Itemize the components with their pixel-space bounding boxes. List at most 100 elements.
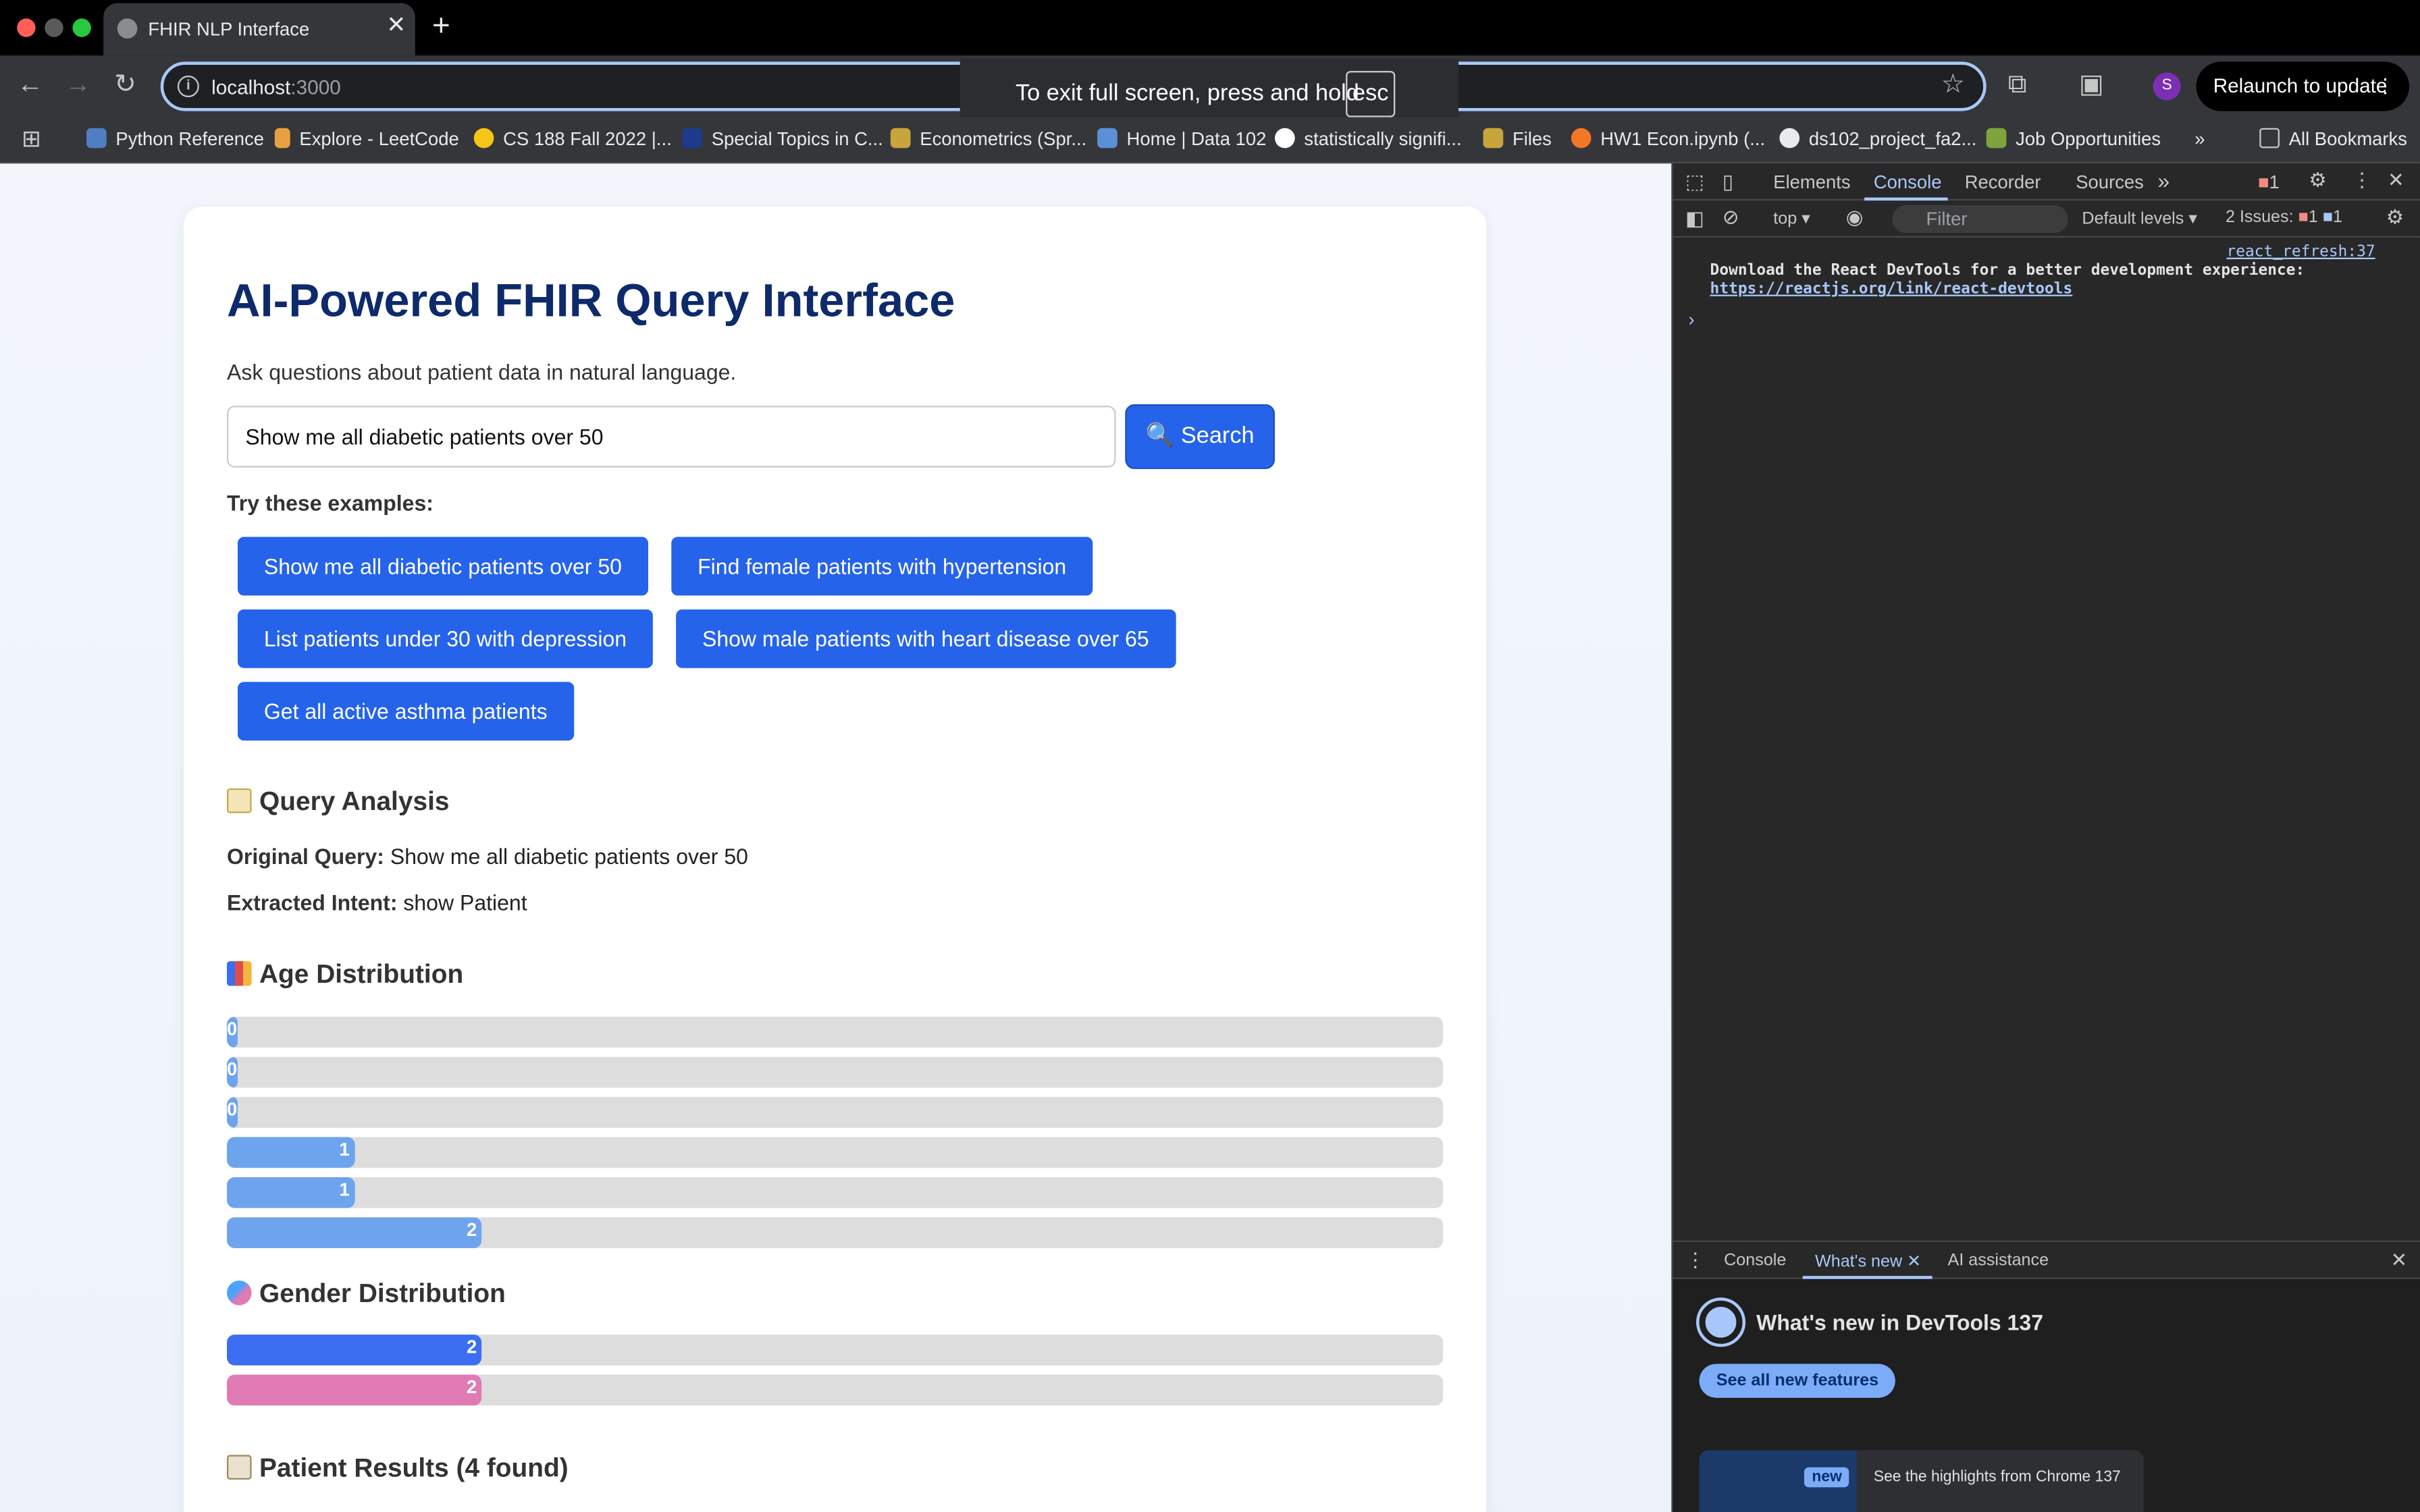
tab-recorder[interactable]: Recorder — [1965, 171, 2041, 193]
bookmark-data102[interactable]: Home | Data 102 — [1097, 128, 1266, 150]
berkeley-icon — [890, 128, 911, 148]
browser-tab[interactable]: FHIR NLP Interface ✕ — [103, 3, 415, 56]
folder-icon — [2259, 128, 2280, 148]
issue-info-icon: ■ — [2322, 208, 2334, 227]
device-toolbar-icon[interactable]: ▯ — [1722, 169, 1733, 194]
back-arrow-icon[interactable]: ← — [17, 70, 43, 101]
console-filter-input[interactable]: Filter — [1892, 205, 2068, 234]
age-bar-value: 0 — [226, 1098, 238, 1120]
search-button[interactable]: 🔍 Search — [1125, 404, 1275, 469]
live-expression-eye-icon[interactable]: ◉ — [1846, 205, 1864, 230]
bar-chart-icon — [226, 961, 252, 986]
gender-bar-fill: 2 — [226, 1334, 482, 1366]
example-chip-heart-disease[interactable]: Show male patients with heart disease ov… — [676, 609, 1176, 668]
leetcode-icon — [274, 128, 290, 148]
extracted-intent-value: show Patient — [403, 890, 527, 915]
tab-sources[interactable]: Sources — [2076, 171, 2144, 193]
minimize-window-button[interactable] — [45, 18, 63, 37]
bookmark-label: HW1 Econ.ipynb (... — [1600, 128, 1766, 150]
url-text[interactable]: localhost:3000 — [211, 76, 341, 99]
bookmark-leetcode[interactable]: Explore - LeetCode — [274, 128, 459, 150]
bookmark-hw1-econ[interactable]: HW1 Econ.ipynb (... — [1571, 128, 1765, 150]
bookmark-econometrics[interactable]: Econometrics (Spr... — [890, 128, 1086, 150]
tab-elements[interactable]: Elements — [1773, 171, 1850, 193]
patient-results-heading: Patient Results (4 found) — [226, 1453, 569, 1484]
drawer-menu-icon[interactable]: ⋮ — [1685, 1248, 1706, 1273]
more-tabs-icon[interactable]: » — [2157, 168, 2169, 193]
apps-grid-icon[interactable]: ⊞ — [22, 125, 41, 153]
globe-icon — [117, 18, 138, 39]
bookmark-label: statistically signifi... — [1304, 128, 1462, 150]
bookmark-favicon-icon — [86, 128, 107, 148]
bookmark-statistically-significant[interactable]: statistically signifi... — [1274, 128, 1462, 150]
close-window-button[interactable] — [17, 18, 36, 37]
gender-bar-track: 2 — [226, 1374, 1444, 1406]
close-tab-icon[interactable]: ✕ — [1907, 1253, 1921, 1271]
bookmark-files[interactable]: Files — [1483, 128, 1552, 150]
see-all-features-button[interactable]: See all new features — [1699, 1364, 1896, 1398]
forward-arrow-icon[interactable]: → — [65, 70, 91, 101]
bookmark-job-opportunities[interactable]: Job Opportunities — [1986, 128, 2161, 150]
example-chip-hypertension[interactable]: Find female patients with hypertension — [671, 537, 1093, 596]
all-bookmarks-folder[interactable]: All Bookmarks — [2259, 128, 2407, 150]
drawer-tab-ai-assistance[interactable]: AI assistance — [1948, 1251, 2049, 1270]
globe-icon — [1779, 128, 1800, 148]
drawer-tab-whats-new[interactable]: What's new ✕ — [1815, 1251, 1921, 1271]
bookmark-special-topics[interactable]: Special Topics in C... — [682, 128, 883, 150]
issue-error-icon: ■ — [2298, 208, 2309, 227]
jupyter-icon — [1571, 128, 1592, 148]
clear-console-icon[interactable]: ⊘ — [1722, 205, 1739, 230]
console-source-link[interactable]: react_refresh:37 — [2227, 244, 2375, 261]
relaunch-to-update-button[interactable]: Relaunch to update ⋮ — [2196, 61, 2409, 111]
react-devtools-link[interactable]: https://reactjs.org/link/react-devtools — [1710, 281, 2073, 298]
bookmark-label: Job Opportunities — [2016, 128, 2161, 150]
gender-distribution-heading: Gender Distribution — [226, 1279, 506, 1310]
age-bar-value: 0 — [226, 1018, 238, 1040]
site-info-icon[interactable]: i — [177, 75, 199, 97]
drawer-tab-console[interactable]: Console — [1724, 1251, 1786, 1270]
extensions-puzzle-icon[interactable]: ⧉ — [2008, 70, 2027, 101]
error-count-badge[interactable]: ■1 — [2258, 171, 2280, 193]
bookmark-ds102-project[interactable]: ds102_project_fa2... — [1779, 128, 1976, 150]
example-chip-depression[interactable]: List patients under 30 with depression — [237, 609, 653, 668]
highlights-text: See the highlights from Chrome 137 — [1873, 1468, 2121, 1486]
issues-counter[interactable]: 2 Issues: ■1 ■1 — [2226, 209, 2342, 227]
issue-info-count: 1 — [2333, 208, 2343, 227]
example-chip-diabetic[interactable]: Show me all diabetic patients over 50 — [237, 537, 648, 596]
devtools-more-icon[interactable]: ⋮ — [2352, 168, 2372, 193]
bookmark-cs188[interactable]: CS 188 Fall 2022 |... — [473, 128, 672, 150]
settings-gear-icon[interactable]: ⚙ — [2309, 168, 2327, 193]
console-settings-icon[interactable]: ⚙ — [2386, 205, 2404, 230]
berkeley-icon — [1483, 128, 1504, 148]
more-bookmarks-chevron-icon[interactable]: » — [2194, 128, 2205, 150]
age-bar-fill: 0 — [226, 1056, 238, 1088]
url-port: :3000 — [290, 75, 341, 99]
example-chip-asthma[interactable]: Get all active asthma patients — [237, 682, 574, 741]
reload-icon[interactable]: ↻ — [114, 70, 136, 101]
age-bar-fill: 2 — [226, 1217, 482, 1249]
close-tab-icon[interactable]: ✕ — [386, 13, 406, 39]
profile-avatar[interactable]: S — [2153, 72, 2181, 101]
url-host: localhost — [211, 75, 291, 99]
devtools-tab-bar: ⬚ ▯ Elements Console Recorder Sources » … — [1673, 163, 2420, 201]
extracted-intent-label: Extracted Intent: — [226, 890, 398, 915]
query-search-input[interactable] — [226, 406, 1116, 468]
sidebar-toggle-icon[interactable]: ◧ — [1685, 207, 1704, 232]
close-drawer-icon[interactable]: ✕ — [2391, 1248, 2408, 1273]
bookmark-star-icon[interactable]: ☆ — [1941, 70, 1965, 101]
new-tab-button[interactable]: + — [432, 9, 450, 45]
close-devtools-icon[interactable]: ✕ — [2388, 168, 2404, 193]
age-bar-fill: 0 — [226, 1017, 238, 1048]
age-bar-fill: 0 — [226, 1097, 238, 1128]
google-icon — [1274, 128, 1295, 148]
esc-key-label: esc — [1346, 71, 1396, 117]
chrome-highlights-card[interactable]: new See the highlights from Chrome 137 — [1699, 1450, 2144, 1512]
tab-search-icon[interactable]: ▣ — [2079, 70, 2104, 101]
bookmark-python-reference[interactable]: Python Reference — [86, 128, 264, 150]
context-selector[interactable]: top ▾ — [1773, 209, 1810, 228]
inspect-element-icon[interactable]: ⬚ — [1685, 169, 1704, 194]
console-prompt-icon[interactable]: › — [1689, 308, 1695, 330]
tab-console[interactable]: Console — [1874, 171, 1942, 193]
log-levels-dropdown[interactable]: Default levels ▾ — [2082, 209, 2197, 228]
fullscreen-window-button[interactable] — [72, 18, 91, 37]
